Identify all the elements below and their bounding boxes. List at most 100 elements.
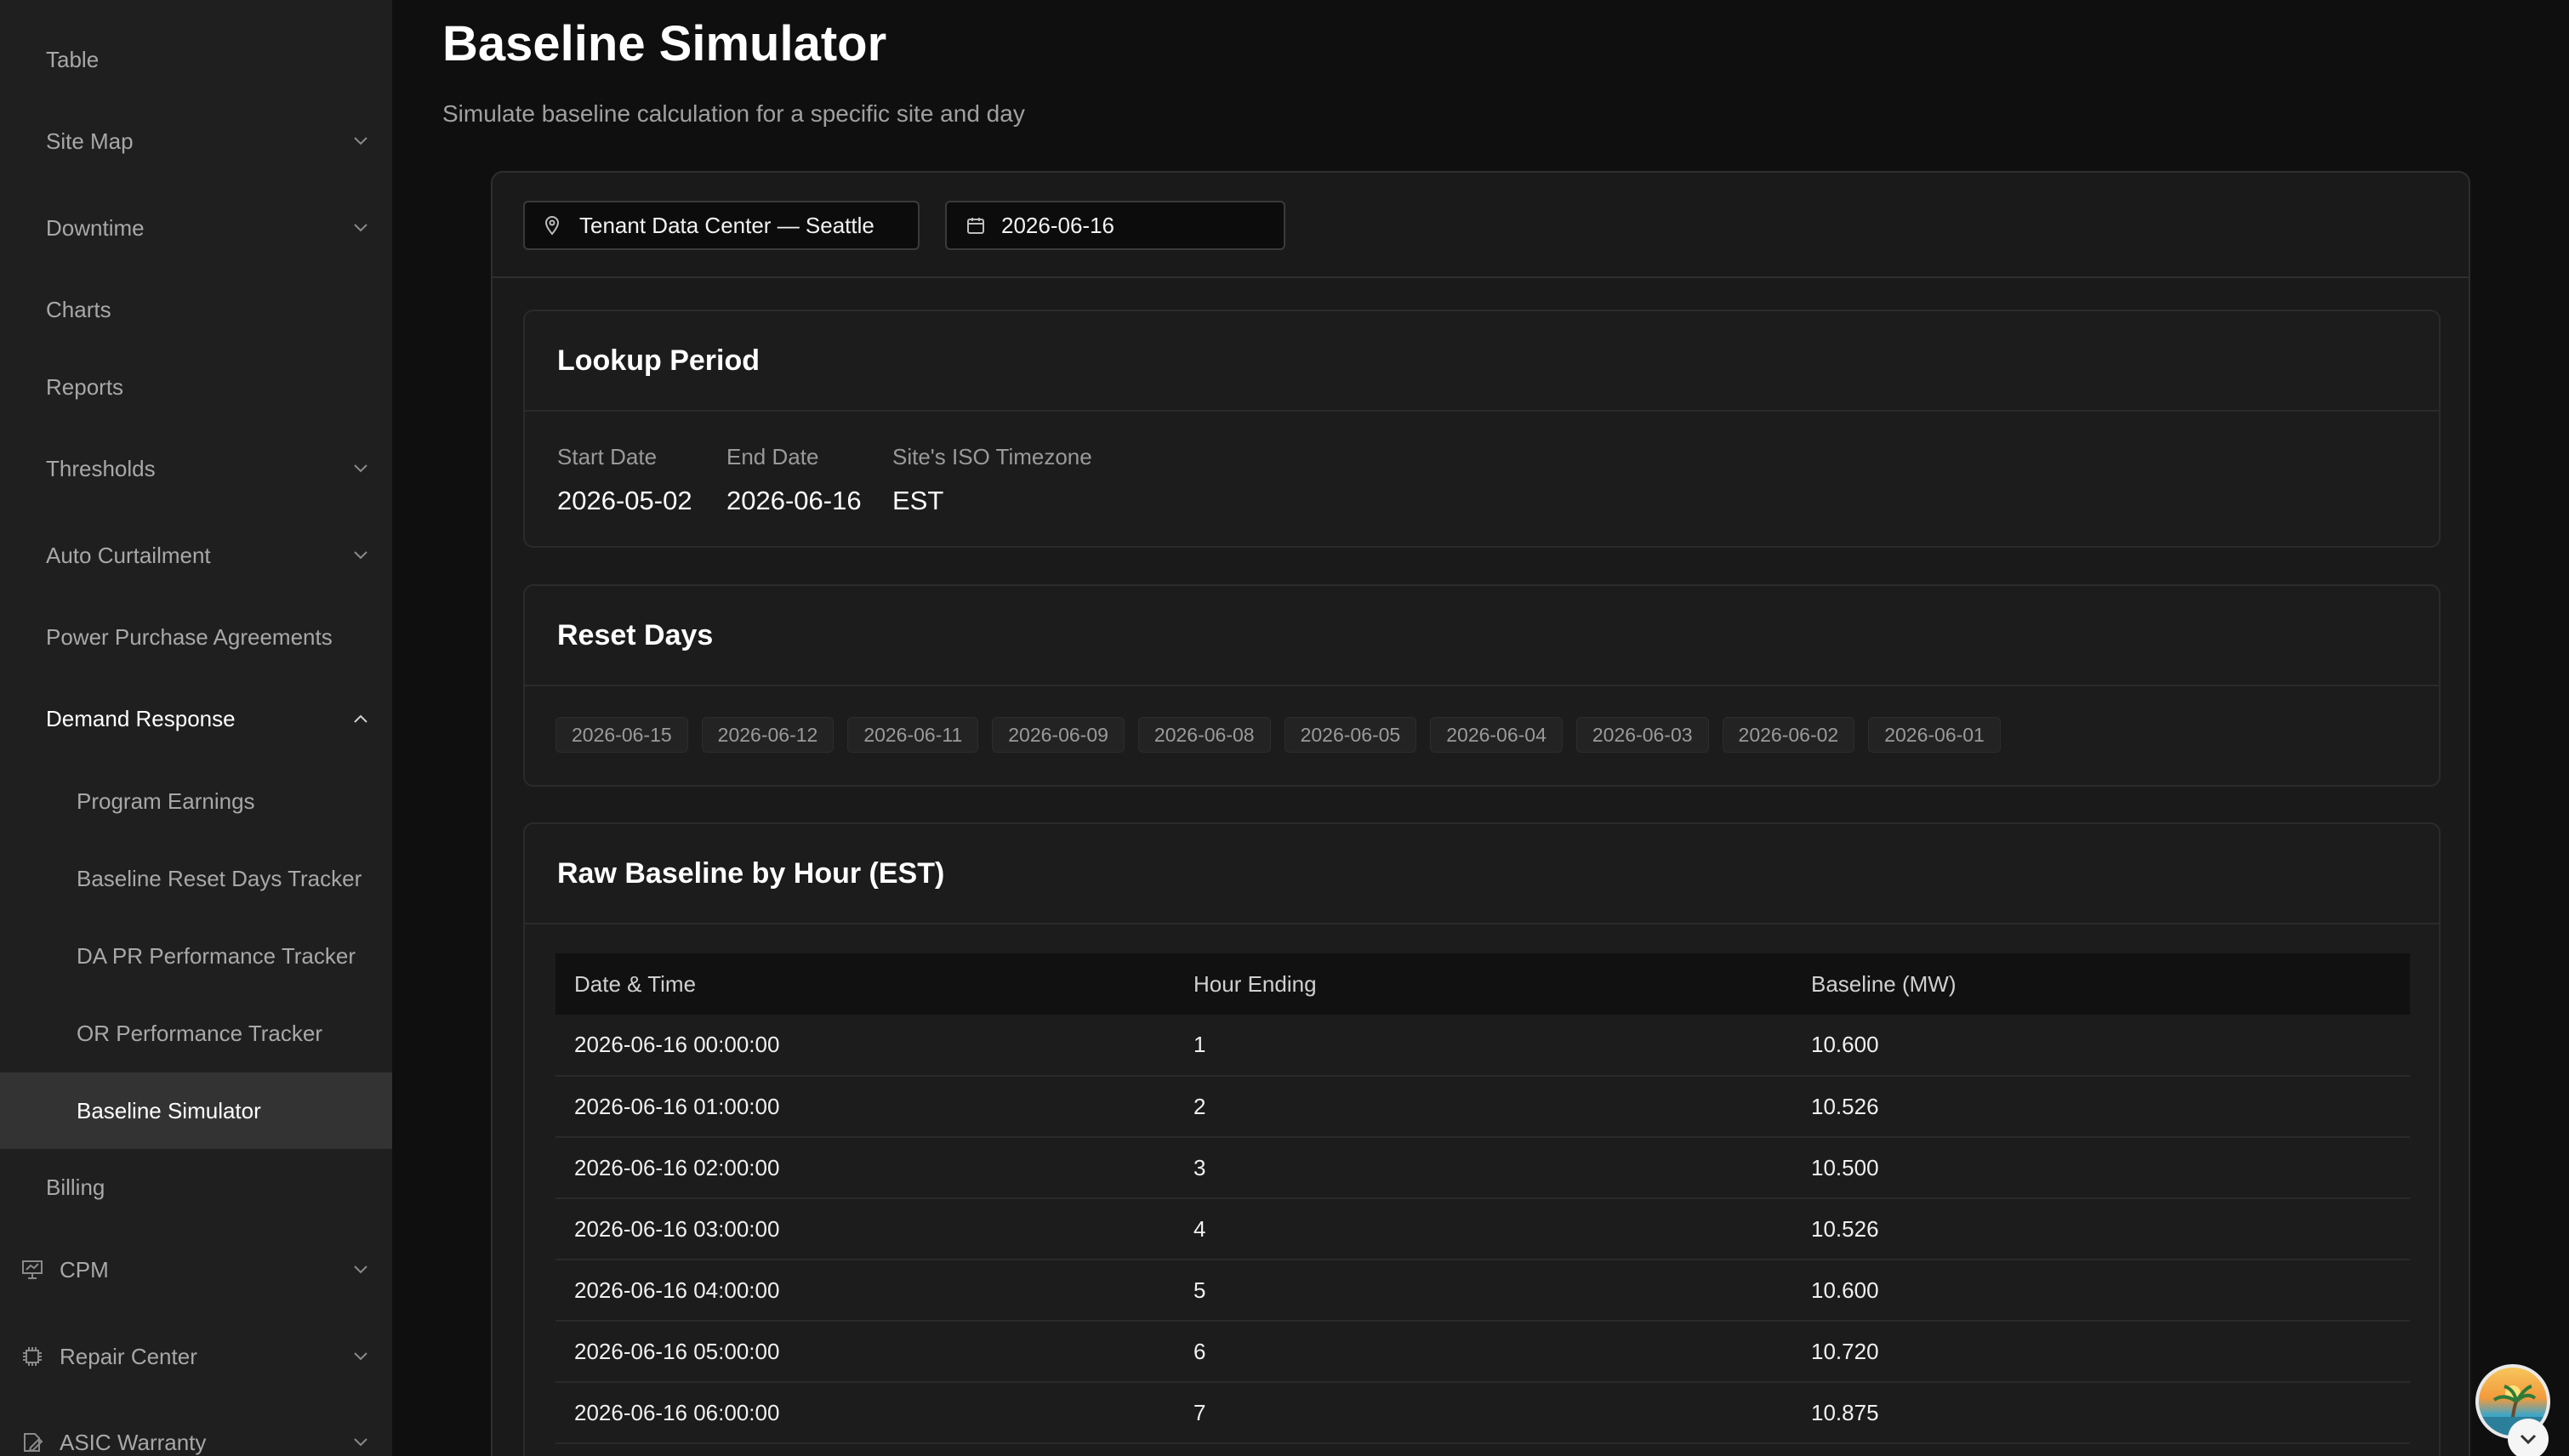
page-title: Baseline Simulator bbox=[442, 16, 887, 71]
collapse-chevron-icon[interactable] bbox=[2508, 1419, 2549, 1456]
sidebar-item-label: OR Performance Tracker bbox=[77, 1020, 322, 1046]
map-pin-icon bbox=[544, 214, 566, 236]
reset-day-chip: 2026-06-01 bbox=[1868, 717, 2001, 753]
cell-datetime: 2026-06-16 06:00:00 bbox=[574, 1399, 780, 1425]
chevron-down-icon bbox=[351, 1433, 370, 1452]
column-header-baseline[interactable]: Baseline (MW) bbox=[1792, 953, 2410, 1015]
cell-baseline: 10.720 bbox=[1811, 1338, 1879, 1364]
reset-days-card: Reset Days 2026-06-15 2026-06-12 2026-06… bbox=[523, 584, 2441, 787]
card-header: Reset Days bbox=[525, 586, 2439, 686]
reset-day-chip: 2026-06-03 bbox=[1575, 717, 1709, 753]
end-date-label: End Date bbox=[726, 444, 819, 469]
sidebar-item-table[interactable]: Table bbox=[0, 34, 392, 85]
sidebar-item-or-performance-tracker[interactable]: OR Performance Tracker bbox=[0, 1008, 392, 1059]
sidebar-item-da-pr-performance-tracker[interactable]: DA PR Performance Tracker bbox=[0, 930, 392, 981]
sidebar-item-label: Baseline Reset Days Tracker bbox=[77, 865, 362, 891]
card-title: Raw Baseline by Hour (EST) bbox=[557, 856, 945, 890]
chevron-up-icon bbox=[351, 709, 370, 728]
sidebar-item-label: DA PR Performance Tracker bbox=[77, 942, 356, 969]
cell-baseline: 10.875 bbox=[1811, 1399, 1879, 1425]
cell-baseline: 10.600 bbox=[1811, 1032, 1879, 1057]
cell-baseline: 10.526 bbox=[1811, 1093, 1879, 1119]
table-row: 2026-06-16 01:00:00 2 10.526 bbox=[555, 1076, 2410, 1137]
start-date-value: 2026-05-02 bbox=[557, 486, 692, 515]
sidebar-item-label: Baseline Simulator bbox=[77, 1097, 261, 1123]
sidebar-item-cpm[interactable]: CPM bbox=[0, 1244, 392, 1295]
cell-baseline: 10.500 bbox=[1811, 1154, 1879, 1180]
simulator-panel: Tenant Data Center — Seattle 2026-06-16 … bbox=[491, 171, 2470, 1456]
cell-hour-ending: 7 bbox=[1193, 1399, 1206, 1425]
cell-baseline: 10.600 bbox=[1811, 1277, 1879, 1303]
cell-baseline: 10.526 bbox=[1811, 1215, 1879, 1242]
card-header: Lookup Period bbox=[525, 311, 2439, 412]
chevron-down-icon bbox=[351, 1347, 370, 1366]
reset-day-chip: 2026-06-09 bbox=[992, 717, 1125, 753]
sidebar-item-power-purchase-agreements[interactable]: Power Purchase Agreements bbox=[0, 611, 392, 663]
sidebar-item-label: Table bbox=[46, 46, 100, 72]
cell-hour-ending: 6 bbox=[1193, 1338, 1206, 1364]
date-picker-value: 2026-06-16 bbox=[1001, 212, 1114, 238]
reset-day-chips: 2026-06-15 2026-06-12 2026-06-11 2026-06… bbox=[555, 717, 2001, 753]
cell-datetime: 2026-06-16 05:00:00 bbox=[574, 1338, 780, 1364]
date-picker[interactable]: 2026-06-16 bbox=[945, 201, 1285, 250]
table-row: 2026-06-16 04:00:00 5 10.600 bbox=[555, 1260, 2410, 1321]
sidebar-item-auto-curtailment[interactable]: Auto Curtailment bbox=[0, 530, 392, 581]
chevron-down-icon bbox=[351, 546, 370, 565]
table-header-row: Date & Time Hour Ending Baseline (MW) bbox=[555, 953, 2410, 1015]
cell-hour-ending: 4 bbox=[1193, 1215, 1206, 1242]
sidebar-item-label: Billing bbox=[46, 1174, 105, 1200]
sidebar-item-charts[interactable]: Charts bbox=[0, 284, 392, 335]
sidebar-item-asic-warranty[interactable]: ASIC Warranty bbox=[0, 1417, 392, 1456]
sidebar-item-billing[interactable]: Billing bbox=[0, 1162, 392, 1213]
document-edit-icon bbox=[20, 1429, 48, 1456]
calendar-icon bbox=[966, 214, 988, 236]
lookup-period-card: Lookup Period Start Date 2026-05-02 End … bbox=[523, 310, 2441, 548]
chevron-down-icon bbox=[351, 132, 370, 151]
chevron-down-icon bbox=[351, 459, 370, 478]
sidebar-item-demand-response[interactable]: Demand Response bbox=[0, 693, 392, 744]
sidebar-item-thresholds[interactable]: Thresholds bbox=[0, 443, 392, 494]
sidebar-item-baseline-simulator[interactable]: Baseline Simulator bbox=[0, 1072, 392, 1149]
sidebar-item-label: ASIC Warranty bbox=[60, 1429, 207, 1455]
sidebar-item-program-earnings[interactable]: Program Earnings bbox=[0, 776, 392, 827]
baseline-table: Date & Time Hour Ending Baseline (MW) 20… bbox=[555, 953, 2410, 1444]
end-date-field: End Date 2026-06-16 bbox=[726, 444, 862, 516]
reset-day-chip: 2026-06-12 bbox=[701, 717, 834, 753]
sidebar-item-label: Program Earnings bbox=[77, 788, 255, 814]
sidebar-item-label: Auto Curtailment bbox=[46, 542, 211, 568]
sidebar-item-repair-center[interactable]: Repair Center bbox=[0, 1331, 392, 1382]
cell-hour-ending: 5 bbox=[1193, 1277, 1206, 1303]
cell-hour-ending: 1 bbox=[1193, 1032, 1206, 1057]
cell-datetime: 2026-06-16 02:00:00 bbox=[574, 1154, 780, 1180]
chevron-down-icon bbox=[351, 1260, 370, 1279]
table-row: 2026-06-16 02:00:00 3 10.500 bbox=[555, 1137, 2410, 1198]
reset-day-chip: 2026-06-08 bbox=[1137, 717, 1271, 753]
sidebar-item-reports[interactable]: Reports bbox=[0, 361, 392, 412]
filter-bar: Tenant Data Center — Seattle 2026-06-16 bbox=[493, 173, 2469, 278]
end-date-value: 2026-06-16 bbox=[726, 486, 862, 515]
card-title: Lookup Period bbox=[557, 344, 760, 377]
cell-datetime: 2026-06-16 00:00:00 bbox=[574, 1032, 780, 1057]
cell-hour-ending: 3 bbox=[1193, 1154, 1206, 1180]
start-date-label: Start Date bbox=[557, 444, 658, 469]
page-subtitle: Simulate baseline calculation for a spec… bbox=[442, 100, 1025, 127]
timezone-label: Site's ISO Timezone bbox=[892, 444, 1092, 469]
column-header-datetime[interactable]: Date & Time bbox=[555, 953, 1175, 1015]
sidebar-item-label: CPM bbox=[60, 1256, 109, 1283]
site-select[interactable]: Tenant Data Center — Seattle bbox=[523, 201, 920, 250]
sidebar-item-label: Charts bbox=[46, 296, 111, 322]
reset-day-chip: 2026-06-05 bbox=[1284, 717, 1417, 753]
site-select-value: Tenant Data Center — Seattle bbox=[579, 212, 874, 238]
sidebar-item-site-map[interactable]: Site Map bbox=[0, 116, 392, 167]
sidebar-item-baseline-reset-days-tracker[interactable]: Baseline Reset Days Tracker bbox=[0, 853, 392, 904]
table-row: 2026-06-16 03:00:00 4 10.526 bbox=[555, 1198, 2410, 1260]
reset-day-chip: 2026-06-11 bbox=[847, 717, 979, 753]
column-header-hour-ending[interactable]: Hour Ending bbox=[1175, 953, 1792, 1015]
cell-datetime: 2026-06-16 04:00:00 bbox=[574, 1277, 780, 1303]
cell-datetime: 2026-06-16 01:00:00 bbox=[574, 1093, 780, 1119]
start-date-field: Start Date 2026-05-02 bbox=[557, 444, 692, 516]
card-header: Raw Baseline by Hour (EST) bbox=[525, 824, 2439, 924]
sidebar-item-downtime[interactable]: Downtime bbox=[0, 202, 392, 253]
card-title: Reset Days bbox=[557, 618, 714, 651]
reset-day-chip: 2026-06-04 bbox=[1430, 717, 1563, 753]
